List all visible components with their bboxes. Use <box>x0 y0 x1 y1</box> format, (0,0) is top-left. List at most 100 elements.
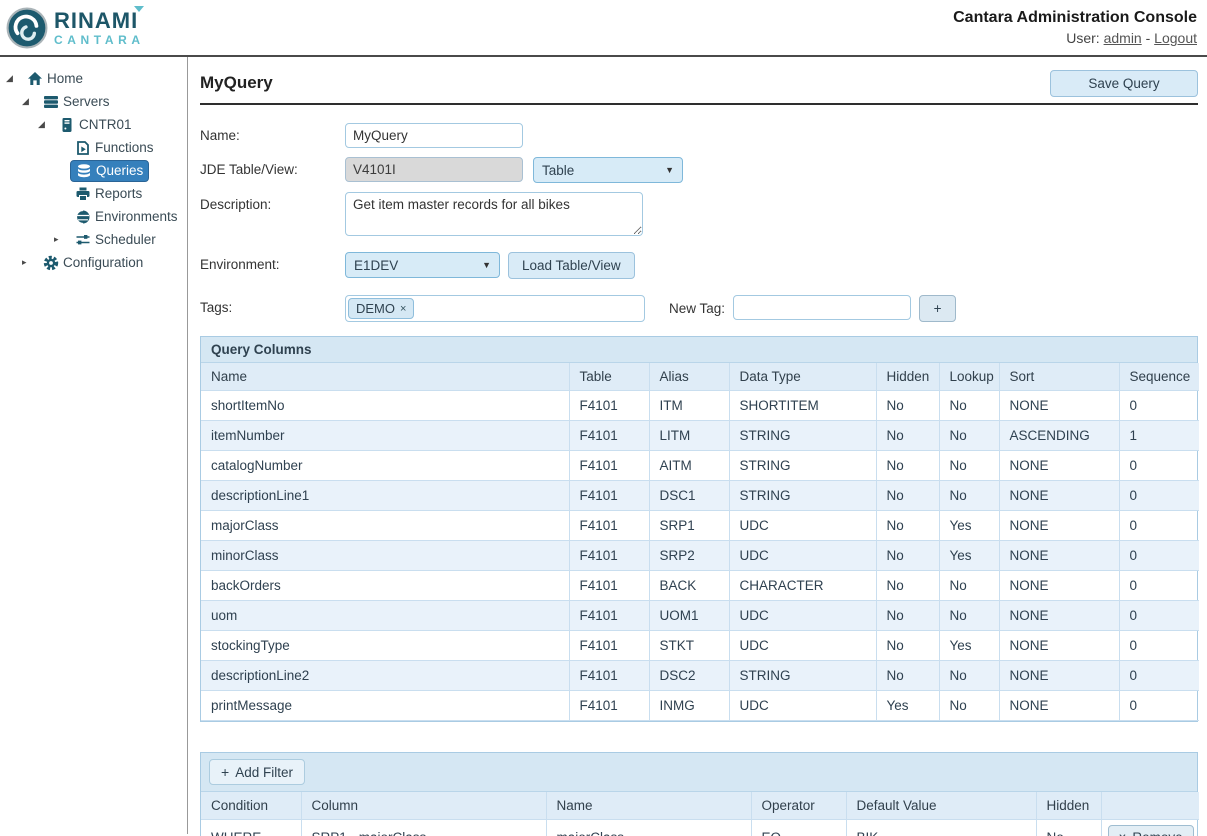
table-type-select[interactable]: Table ▼ <box>533 157 683 183</box>
expand-toggle-icon[interactable]: ◢ <box>22 96 38 107</box>
environment-value: E1DEV <box>354 258 398 273</box>
sidebar-item-configuration[interactable]: ▸ Configuration <box>0 251 187 274</box>
table-cell: AITM <box>649 451 729 481</box>
table-row: descriptionLine2F4101DSC2STRINGNoNoNONE0 <box>201 661 1199 691</box>
sidebar-item-environments[interactable]: ▸ Environments <box>0 205 187 228</box>
user-separator: - <box>1146 30 1151 46</box>
table-cell: UOM1 <box>649 601 729 631</box>
sidebar-item-label: Reports <box>95 186 142 201</box>
sidebar-item-home[interactable]: ◢ Home <box>0 67 187 90</box>
brand-name-text: RINAMI <box>54 8 138 33</box>
table-cell: No <box>876 601 939 631</box>
table-view-input <box>345 157 523 182</box>
brand-name: RINAMI <box>54 10 145 32</box>
sidebar-item-scheduler[interactable]: ▸ Scheduler <box>0 228 187 251</box>
close-icon: × <box>1119 830 1127 836</box>
table-cell: Yes <box>939 541 999 571</box>
add-filter-button[interactable]: + Add Filter <box>209 759 305 785</box>
navigation-tree: ◢ Home ◢ Servers ◢ CNTR01 ▸ Functions ▸ … <box>0 57 188 834</box>
remove-filter-button[interactable]: × Remove <box>1108 825 1194 836</box>
sidebar-item-servers[interactable]: ◢ Servers <box>0 90 187 113</box>
table-cell: ASCENDING <box>999 421 1119 451</box>
table-cell: STRING <box>729 481 876 511</box>
table-row: shortItemNoF4101ITMSHORTITEMNoNoNONE0 <box>201 391 1199 421</box>
query-columns-body: shortItemNoF4101ITMSHORTITEMNoNoNONE0ite… <box>201 391 1199 721</box>
description-textarea[interactable]: Get item master records for all bikes <box>345 192 643 236</box>
tags-container[interactable]: DEMO × <box>345 295 645 322</box>
expand-toggle-icon[interactable]: ◢ <box>38 119 54 130</box>
filter-name-cell: majorClass <box>546 820 751 836</box>
table-view-label: JDE Table/View: <box>200 157 345 177</box>
add-tag-button[interactable]: + <box>919 295 956 322</box>
save-query-button[interactable]: Save Query <box>1050 70 1198 97</box>
remove-filter-label: Remove <box>1132 830 1182 836</box>
table-cell: No <box>939 601 999 631</box>
expand-toggle-icon[interactable]: ◢ <box>6 73 22 84</box>
main-content: MyQuery Save Query Name: JDE Table/View:… <box>188 57 1207 834</box>
column-header: Alias <box>649 363 729 391</box>
filter-default-value-cell: BIK <box>846 820 1036 836</box>
column-header: Lookup <box>939 363 999 391</box>
sidebar-item-label: Functions <box>95 140 154 155</box>
column-header: Name <box>201 363 569 391</box>
table-cell: majorClass <box>201 511 569 541</box>
filter-hidden-cell: No <box>1036 820 1101 836</box>
expand-toggle-icon[interactable]: ▸ <box>54 234 70 245</box>
logout-link[interactable]: Logout <box>1154 30 1197 46</box>
new-tag-label: New Tag: <box>669 295 725 316</box>
brand-caret-icon <box>134 6 144 12</box>
table-cell: 0 <box>1119 481 1199 511</box>
plus-icon: + <box>221 764 229 780</box>
table-cell: No <box>876 661 939 691</box>
table-cell: No <box>876 481 939 511</box>
table-cell: uom <box>201 601 569 631</box>
table-cell: NONE <box>999 601 1119 631</box>
filter-column-cell: SRP1 - majorClass <box>301 820 546 836</box>
sidebar-item-cntr01[interactable]: ◢ CNTR01 <box>0 113 187 136</box>
load-table-view-button[interactable]: Load Table/View <box>508 252 635 279</box>
filter-condition-cell: WHERE <box>201 820 301 836</box>
table-cell: DSC1 <box>649 481 729 511</box>
table-cell: SRP1 <box>649 511 729 541</box>
table-cell: Yes <box>876 691 939 721</box>
table-cell: F4101 <box>569 571 649 601</box>
home-icon <box>27 71 43 87</box>
reports-icon <box>75 186 91 202</box>
column-header: Sequence <box>1119 363 1199 391</box>
name-input[interactable] <box>345 123 523 148</box>
table-cell: UDC <box>729 691 876 721</box>
filters-panel: +Add Filter Condition Column Name Operat… <box>200 752 1198 836</box>
user-line: User: admin - Logout <box>953 30 1197 46</box>
table-row: majorClassF4101SRP1UDCNoYesNONE0 <box>201 511 1199 541</box>
column-header: Default Value <box>846 792 1036 820</box>
table-cell: UDC <box>729 601 876 631</box>
table-cell: No <box>876 421 939 451</box>
table-cell: stockingType <box>201 631 569 661</box>
column-header: Hidden <box>1036 792 1101 820</box>
table-cell: DSC2 <box>649 661 729 691</box>
table-cell: minorClass <box>201 541 569 571</box>
chevron-down-icon: ▼ <box>665 165 674 175</box>
user-link[interactable]: admin <box>1104 30 1142 46</box>
sidebar-item-queries[interactable]: ▸ Queries <box>0 159 187 182</box>
sidebar-item-functions[interactable]: ▸ Functions <box>0 136 187 159</box>
expand-toggle-icon[interactable]: ▸ <box>22 257 38 268</box>
selected-item-highlight[interactable]: Queries <box>70 160 149 182</box>
environment-select[interactable]: E1DEV ▼ <box>345 252 500 278</box>
table-cell: 0 <box>1119 631 1199 661</box>
app-header: RINAMI CANTARA Cantara Administration Co… <box>0 0 1207 57</box>
table-cell: Yes <box>939 511 999 541</box>
rinami-logo-icon <box>6 7 48 49</box>
table-cell: F4101 <box>569 661 649 691</box>
table-cell: descriptionLine1 <box>201 481 569 511</box>
filter-operator-cell: EQ <box>751 820 846 836</box>
filter-toolbar: + Add Filter <box>201 753 1197 792</box>
query-columns-table: Name Table Alias Data Type Hidden Lookup… <box>201 363 1199 721</box>
table-row: itemNumberF4101LITMSTRINGNoNoASCENDING1 <box>201 421 1199 451</box>
add-filter-label: Add Filter <box>235 765 293 780</box>
sidebar-item-reports[interactable]: ▸ Reports <box>0 182 187 205</box>
remove-tag-icon[interactable]: × <box>400 303 406 315</box>
table-cell: NONE <box>999 541 1119 571</box>
new-tag-input[interactable] <box>733 295 911 320</box>
table-cell: F4101 <box>569 541 649 571</box>
